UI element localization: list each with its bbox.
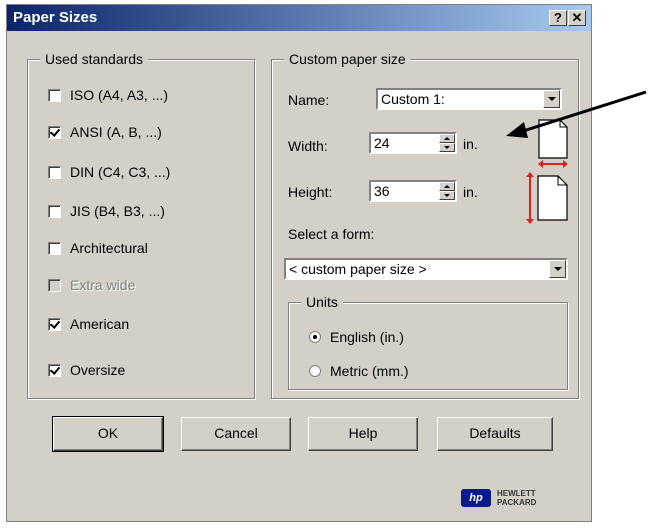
american-checkbox[interactable]: American: [48, 314, 129, 334]
form-dropdown[interactable]: < custom paper size >: [284, 258, 568, 280]
radio-label: English (in.): [330, 329, 404, 345]
height-spinner[interactable]: [439, 182, 455, 200]
radio-circle: [309, 365, 321, 377]
help-title-button[interactable]: ?: [549, 10, 567, 26]
checkbox-label: ANSI (A, B, ...): [70, 124, 162, 140]
height-unit: in.: [463, 184, 478, 200]
height-input[interactable]: 36: [369, 180, 457, 202]
checkbox-box: [48, 204, 61, 218]
checkbox-box: [48, 88, 61, 102]
hp-brand-line1: HEWLETT: [497, 489, 536, 498]
checkbox-label: DIN (C4, C3, ...): [70, 164, 171, 180]
hp-brand: hp HEWLETT PACKARD: [461, 489, 536, 507]
checkbox-box: [48, 125, 61, 139]
hp-brand-line2: PACKARD: [497, 498, 537, 507]
ansi-checkbox[interactable]: ANSI (A, B, ...): [48, 122, 162, 142]
width-value: 24: [374, 135, 390, 151]
spin-down-icon[interactable]: [439, 191, 455, 200]
checkbox-box: [48, 317, 61, 331]
units-label: Units: [301, 294, 343, 310]
height-label: Height:: [288, 184, 333, 200]
checkbox-label: Extra wide: [70, 277, 136, 293]
radio-circle: [309, 331, 321, 343]
name-value: Custom 1:: [381, 91, 445, 107]
iso-checkbox[interactable]: ISO (A4, A3, ...): [48, 85, 168, 105]
checkbox-box: [48, 241, 61, 255]
radio-label: Metric (mm.): [330, 363, 409, 379]
extra-wide-checkbox: Extra wide: [48, 275, 135, 295]
cancel-button[interactable]: Cancel: [181, 417, 291, 451]
portrait-page-icon: [537, 175, 568, 221]
height-value: 36: [374, 183, 390, 199]
custom-paper-size-label: Custom paper size: [284, 51, 411, 67]
checkbox-box: [48, 165, 61, 179]
checkbox-box: [48, 278, 61, 292]
window-title: Paper Sizes: [13, 9, 98, 26]
title-bar[interactable]: Paper Sizes ? ✕: [7, 5, 591, 31]
name-label: Name:: [288, 92, 330, 108]
oversize-checkbox[interactable]: Oversize: [48, 360, 125, 380]
paper-sizes-dialog: Paper Sizes ? ✕ Used standards ISO (A4, …: [6, 4, 592, 522]
checkbox-label: JIS (B4, B3, ...): [70, 203, 165, 219]
checkbox-label: American: [70, 316, 130, 332]
width-input[interactable]: 24: [369, 132, 457, 154]
width-spinner[interactable]: [439, 134, 455, 152]
help-button[interactable]: Help: [308, 417, 418, 451]
select-form-label: Select a form:: [288, 226, 375, 242]
width-label: Width:: [288, 138, 328, 154]
chevron-down-icon[interactable]: [549, 260, 566, 278]
metric-radio[interactable]: Metric (mm.): [309, 361, 409, 381]
width-unit: in.: [463, 136, 478, 152]
spin-up-icon[interactable]: [439, 134, 455, 143]
checkbox-label: Oversize: [70, 362, 126, 378]
close-button[interactable]: ✕: [568, 10, 586, 26]
spin-down-icon[interactable]: [439, 143, 455, 152]
din-checkbox[interactable]: DIN (C4, C3, ...): [48, 162, 170, 182]
jis-checkbox[interactable]: JIS (B4, B3, ...): [48, 201, 165, 221]
spin-up-icon[interactable]: [439, 182, 455, 191]
english-radio[interactable]: English (in.): [309, 327, 404, 347]
defaults-button[interactable]: Defaults: [437, 417, 553, 451]
checkbox-label: Architectural: [70, 240, 148, 256]
checkbox-box: [48, 363, 61, 377]
hp-logo-icon: hp: [461, 489, 491, 507]
hp-brand-text: HEWLETT PACKARD: [497, 489, 536, 507]
ok-button[interactable]: OK: [52, 416, 164, 452]
units-group: Units English (in.) Metric (mm.): [288, 294, 568, 390]
checkbox-label: ISO (A4, A3, ...): [70, 87, 169, 103]
used-standards-group: Used standards ISO (A4, A3, ...) ANSI (A…: [27, 51, 255, 399]
architectural-checkbox[interactable]: Architectural: [48, 238, 148, 258]
used-standards-label: Used standards: [40, 51, 149, 67]
annotation-arrow-icon: [506, 90, 647, 138]
form-value: < custom paper size >: [289, 261, 427, 277]
